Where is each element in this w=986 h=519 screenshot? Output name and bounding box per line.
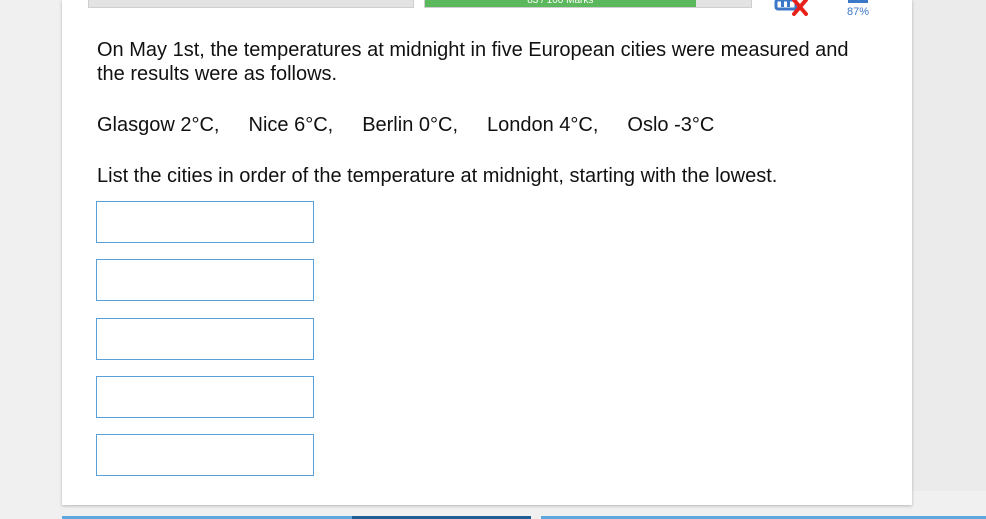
progress-label: 83 / 100 Marks — [527, 0, 594, 6]
city-oslo: Oslo -3°C — [627, 114, 715, 136]
progress-track: 83 / 100 Marks — [424, 0, 752, 8]
progress-track-left — [88, 0, 414, 8]
progress-fill: 83 / 100 Marks — [425, 0, 696, 7]
city-london: London 4°C, — [487, 114, 599, 136]
percent-label: 87% — [846, 6, 870, 18]
bar-chart-cross-icon[interactable] — [774, 0, 810, 16]
city-glasgow: Glasgow 2°C, — [97, 114, 220, 136]
answer-input-4[interactable] — [96, 376, 314, 418]
city-berlin: Berlin 0°C, — [362, 114, 458, 136]
side-panel — [912, 0, 986, 491]
question-instruction: List the cities in order of the temperat… — [97, 165, 778, 187]
answer-input-5[interactable] — [96, 434, 314, 476]
question-card: 83 / 100 Marks 87% On May 1st, the tempe… — [62, 0, 912, 505]
city-temperatures: Glasgow 2°C, Nice 6°C, Berlin 0°C, London 4… — [97, 113, 743, 137]
answer-input-2[interactable] — [96, 259, 314, 301]
city-nice: Nice 6°C, — [248, 114, 334, 136]
answer-input-3[interactable] — [96, 318, 314, 360]
answer-input-1[interactable] — [96, 201, 314, 243]
question-intro: On May 1st, the temperatures at midnight… — [97, 39, 849, 85]
